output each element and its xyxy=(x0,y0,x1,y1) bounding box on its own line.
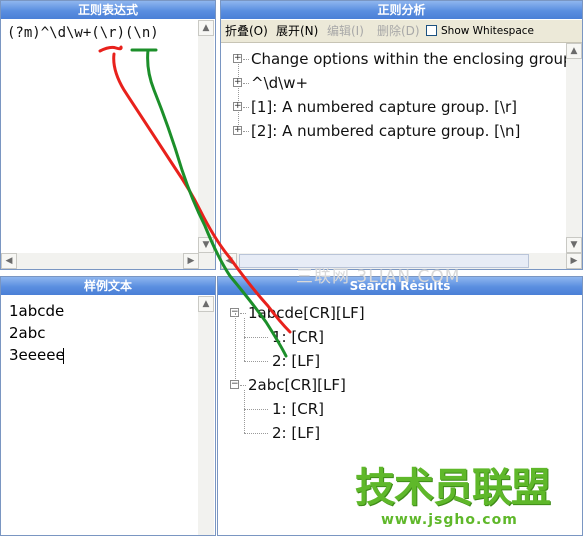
logo-watermark: 技术员联盟 www.jsgho.com xyxy=(355,466,555,532)
scroll-left-icon[interactable]: ◀ xyxy=(1,253,17,269)
group-label: 1: [CR] xyxy=(272,400,324,418)
tree-guide-line xyxy=(238,59,239,131)
scroll-up-icon[interactable]: ▲ xyxy=(198,20,214,36)
expand-button[interactable]: 展开(N) xyxy=(276,20,318,42)
tree-node-label: ^\d\w+ xyxy=(251,74,309,92)
group-label: 2: [LF] xyxy=(272,424,321,442)
scroll-up-icon[interactable]: ▲ xyxy=(198,296,214,312)
analysis-tree: + Change options within the enclosing gr… xyxy=(221,47,566,252)
expand-plus-icon[interactable]: + xyxy=(233,126,242,135)
logo-main-text: 技术员联盟 xyxy=(355,465,551,511)
sample-line: 2abc xyxy=(9,324,46,342)
tree-node-label: [2]: A numbered capture group. [\n] xyxy=(251,122,521,140)
expand-plus-icon[interactable]: + xyxy=(233,102,242,111)
analysis-toolbar: 折叠(O) 展开(N) 编辑(I) 删除(D) Show Whitespace xyxy=(221,20,582,43)
expand-plus-icon[interactable]: + xyxy=(233,78,242,87)
scroll-down-icon[interactable]: ▼ xyxy=(566,237,582,253)
regex-hscroll[interactable]: ◀ ▶ xyxy=(1,253,215,269)
scroll-down-icon[interactable]: ▼ xyxy=(198,237,214,253)
match-label: 1abcde[CR][LF] xyxy=(248,304,365,322)
regex-vscroll[interactable]: ▲ ▼ xyxy=(198,20,214,253)
sample-line: 3eeeee xyxy=(9,346,65,364)
group-label: 1: [CR] xyxy=(272,328,324,346)
sample-pane-title: 样例文本 xyxy=(1,277,215,295)
logo-url-text: www.jsgho.com xyxy=(381,512,518,528)
group-label: 2: [LF] xyxy=(272,352,321,370)
scroll-right-icon[interactable]: ▶ xyxy=(566,253,582,269)
delete-button[interactable]: 删除(D) xyxy=(377,20,420,42)
analysis-vscroll[interactable]: ▲ ▼ xyxy=(566,43,582,253)
edit-button[interactable]: 编辑(I) xyxy=(327,20,364,42)
scroll-up-icon[interactable]: ▲ xyxy=(566,43,582,59)
analysis-pane: 正则分析 折叠(O) 展开(N) 编辑(I) 删除(D) Show Whites… xyxy=(220,0,583,270)
regex-pane: 正则表达式 (?m)^\d\w+(\r)(\n) ▲ ▼ ◀ ▶ xyxy=(0,0,216,270)
collapse-minus-icon[interactable]: − xyxy=(230,380,239,389)
sample-textarea[interactable]: 1abcde 2abc 3eeeee xyxy=(1,296,197,535)
analysis-pane-title: 正则分析 xyxy=(221,1,582,19)
collapse-button[interactable]: 折叠(O) xyxy=(225,20,268,42)
regex-pane-title: 正则表达式 xyxy=(1,1,215,19)
expand-plus-icon[interactable]: + xyxy=(233,54,242,63)
show-whitespace-label[interactable]: Show Whitespace xyxy=(441,20,534,42)
tree-node-label: [1]: A numbered capture group. [\r] xyxy=(251,98,518,116)
scroll-left-icon[interactable]: ◀ xyxy=(221,253,237,269)
scroll-right-icon[interactable]: ▶ xyxy=(183,253,199,269)
regex-input[interactable]: (?m)^\d\w+(\r)(\n) xyxy=(7,25,159,41)
tree-node-label: Change options within the enclosing grou… xyxy=(251,50,566,68)
sample-pane: 样例文本 1abcde 2abc 3eeeee ▲ xyxy=(0,276,216,536)
match-label: 2abc[CR][LF] xyxy=(248,376,346,394)
show-whitespace-checkbox[interactable] xyxy=(426,25,437,36)
center-watermark: 三联网 3LIAN.COM xyxy=(296,267,461,287)
sample-line: 1abcde xyxy=(9,302,65,320)
sample-vscroll[interactable]: ▲ xyxy=(198,296,214,535)
text-cursor xyxy=(63,348,64,364)
